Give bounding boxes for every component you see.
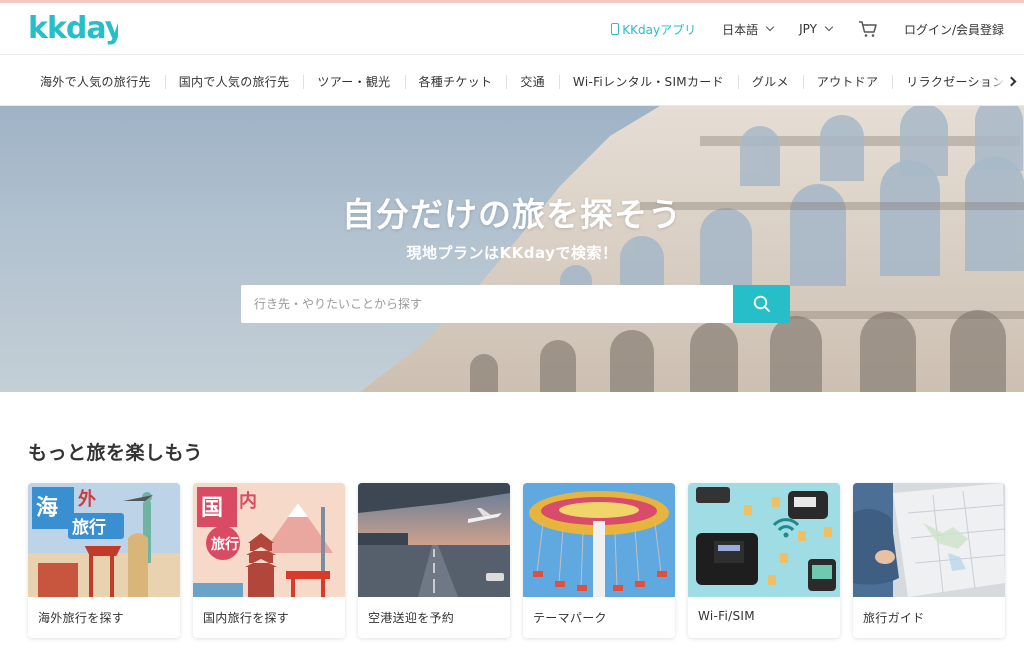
nav-item-outdoor[interactable]: アウトドア bbox=[802, 73, 893, 90]
language-selector[interactable]: 日本語 bbox=[722, 21, 775, 38]
hero-banner: 自分だけの旅を探そう 現地プランはKKdayで検索！ bbox=[0, 106, 1024, 392]
card-theme-park[interactable]: テーマパーク bbox=[523, 483, 675, 638]
cart-icon bbox=[858, 21, 877, 37]
currency-selector[interactable]: JPY bbox=[799, 22, 834, 36]
login-register-link[interactable]: ログイン/会員登録 bbox=[904, 21, 1004, 38]
currency-label: JPY bbox=[799, 22, 817, 36]
nav-item-transport[interactable]: 交通 bbox=[506, 73, 559, 90]
site-header: kkday KKdayアプリ 日本語 JPY ログイン/会員登録 bbox=[0, 3, 1024, 55]
cart-button[interactable] bbox=[858, 20, 878, 38]
card-domestic-travel[interactable]: 国 内 旅行 国内旅行を探す bbox=[193, 483, 345, 638]
app-link-label: KKdayアプリ bbox=[622, 22, 697, 37]
language-label: 日本語 bbox=[722, 22, 759, 37]
card-overseas-travel[interactable]: 海 外 旅行 海外旅行を探す bbox=[28, 483, 180, 638]
phone-icon bbox=[611, 23, 620, 35]
search-icon bbox=[753, 295, 770, 312]
card-airport-transfer[interactable]: 空港送迎を予約 bbox=[358, 483, 510, 638]
app-download-link[interactable]: KKdayアプリ bbox=[611, 21, 696, 38]
nav-item-tours[interactable]: ツアー・観光 bbox=[303, 73, 404, 90]
search-input[interactable] bbox=[241, 285, 733, 323]
card-domestic-travel-label: 国内旅行を探す bbox=[203, 611, 290, 625]
domestic-badge-char-2: 内 bbox=[239, 490, 257, 512]
overseas-badge-char-2: 外 bbox=[78, 488, 96, 510]
search-bar bbox=[241, 285, 790, 323]
overseas-travel-image: 海 外 旅行 bbox=[28, 483, 180, 597]
theme-park-image bbox=[523, 483, 675, 597]
card-airport-transfer-label: 空港送迎を予約 bbox=[368, 611, 455, 625]
card-wifi-sim-label: Wi-Fi/SIM bbox=[698, 609, 755, 623]
card-theme-park-label: テーマパーク bbox=[533, 611, 607, 625]
svg-text:kkday: kkday bbox=[28, 11, 118, 46]
category-nav: 海外で人気の旅行先 国内で人気の旅行先 ツアー・観光 各種チケット 交通 Wi-… bbox=[0, 56, 1024, 106]
nav-item-wifi-sim[interactable]: Wi-Fiレンタル・SIMカード bbox=[558, 73, 738, 90]
chevron-down-icon bbox=[824, 22, 834, 32]
overseas-badge-char-1: 海 bbox=[36, 495, 58, 521]
domestic-badge-chars-3-4: 旅行 bbox=[211, 536, 239, 553]
nav-item-domestic-destinations[interactable]: 国内で人気の旅行先 bbox=[164, 73, 304, 90]
chevron-down-icon bbox=[765, 22, 775, 32]
domestic-badge-char-1: 国 bbox=[201, 496, 223, 521]
card-overseas-travel-label: 海外旅行を探す bbox=[38, 611, 125, 625]
wifi-sim-image bbox=[688, 483, 840, 597]
login-label: ログイン/会員登録 bbox=[903, 22, 1004, 37]
header-actions: KKdayアプリ 日本語 JPY ログイン/会員登録 bbox=[585, 3, 1004, 55]
card-travel-guide[interactable]: 旅行ガイド bbox=[853, 483, 1005, 638]
domestic-travel-image: 国 内 旅行 bbox=[193, 483, 345, 597]
hero-title: 自分だけの旅を探そう bbox=[342, 195, 682, 234]
section-title: もっと旅を楽しもう bbox=[28, 442, 203, 464]
travel-guide-image bbox=[853, 483, 1005, 597]
kkday-logo[interactable]: kkday bbox=[28, 9, 118, 49]
overseas-badge-chars-3-4: 旅行 bbox=[72, 517, 106, 538]
nav-item-tickets[interactable]: 各種チケット bbox=[404, 73, 507, 90]
hero-subtitle: 現地プランはKKdayで検索！ bbox=[406, 244, 618, 262]
airport-transfer-image bbox=[358, 483, 510, 597]
card-travel-guide-label: 旅行ガイド bbox=[863, 611, 925, 625]
chevron-right-icon bbox=[1006, 76, 1016, 86]
nav-item-gourmet[interactable]: グルメ bbox=[737, 73, 803, 90]
card-wifi-sim[interactable]: Wi-Fi/SIM bbox=[688, 483, 840, 638]
search-button[interactable] bbox=[733, 285, 790, 323]
nav-scroll-right-button[interactable] bbox=[990, 56, 1024, 105]
feature-cards: 海 外 旅行 海外旅行を探す 国 内 旅行 国内旅行を探す 空港送迎を予約 テー… bbox=[28, 483, 1018, 638]
nav-item-overseas-destinations[interactable]: 海外で人気の旅行先 bbox=[26, 73, 165, 90]
